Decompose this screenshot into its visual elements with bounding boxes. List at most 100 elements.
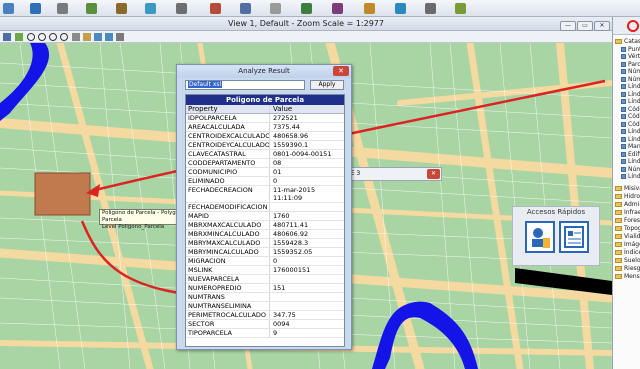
stylesheet-selected: Default xsl [188, 81, 223, 88]
table-row[interactable]: NUMTRANS [186, 293, 344, 302]
background-window-close[interactable]: ✕ [427, 169, 440, 179]
table-row[interactable]: MBRXMINCALCULADO 480606.92 [186, 230, 344, 239]
tree-label: Cód [628, 113, 640, 120]
table-row[interactable]: CENTROIDEYCALCULADO 1559390.1 [186, 141, 344, 150]
grid-rows: IDPOLPARCELA 272521 AREACALCULADA 7375.44 CE… [186, 114, 344, 338]
tree-folder[interactable]: Catastro [615, 38, 640, 45]
properties-grid[interactable]: Poligono de Parcela Property Value IDPOL… [185, 94, 345, 347]
maximize-button[interactable]: ▭ [577, 21, 593, 31]
table-row[interactable]: SECTOR 0094 [186, 320, 344, 329]
globe-icon[interactable] [30, 3, 41, 14]
table-row[interactable]: FECHADECREACION 11-mar-2015 11:11:09 [186, 186, 344, 203]
delete-icon[interactable] [210, 3, 221, 14]
fence-icon[interactable] [116, 3, 127, 14]
close-view-button[interactable]: ✕ [594, 21, 610, 31]
scale-icon[interactable] [332, 3, 343, 14]
property-cell: ELIMINADO [186, 177, 270, 185]
tree-layer[interactable]: Línde [621, 158, 640, 165]
tree-folder[interactable]: Topográfi [615, 225, 640, 232]
tree-label: Línde [628, 83, 640, 90]
tree-folder[interactable]: Mensura [615, 273, 640, 280]
stylesheet-select[interactable]: Default xsl [185, 80, 305, 90]
tree-folder[interactable]: Suelos [615, 257, 640, 264]
table-row[interactable]: CLAVECATASTRAL 0801-0094-00151 [186, 150, 344, 159]
table-row[interactable]: MBRXMAXCALCULADO 480711.41 [186, 221, 344, 230]
tree-layer[interactable]: Línde [621, 98, 640, 105]
copy-icon[interactable] [240, 3, 251, 14]
tree-layer[interactable]: Cód [621, 121, 640, 128]
tree-layer[interactable]: Línde [621, 173, 640, 180]
level-icon[interactable] [86, 3, 97, 14]
table-row[interactable]: NUEVAPARCELA [186, 275, 344, 284]
table-row[interactable]: MAPID 1760 [186, 212, 344, 221]
property-cell: MBRYMAXCALCULADO [186, 239, 270, 247]
tree-layer[interactable]: Línde [621, 91, 640, 98]
tree-folder[interactable]: Hidrológi [615, 193, 640, 200]
value-cell [270, 275, 344, 283]
table-row[interactable]: TIPOPARCELA 9 [186, 329, 344, 338]
measure-icon[interactable] [145, 3, 156, 14]
tree-layer[interactable]: Cód [621, 106, 640, 113]
dialog-close-button[interactable]: ✕ [333, 66, 349, 76]
tree-layer[interactable]: Línde [621, 83, 640, 90]
table-row[interactable]: AREACALCULADA 7375.44 [186, 123, 344, 132]
tree-layer[interactable]: Línde [621, 128, 640, 135]
tree-layer[interactable]: Punt [621, 46, 640, 53]
table-row[interactable]: MBRYMAXCALCULADO 1559428.3 [186, 239, 344, 248]
tree-label: Núm [628, 68, 640, 75]
tree-layer[interactable]: Núm [621, 76, 640, 83]
layer-icon[interactable] [455, 3, 466, 14]
table-row[interactable]: MSLINK 176000151 [186, 266, 344, 275]
rotate-icon[interactable] [301, 3, 312, 14]
table-row[interactable]: FECHADEMODIFICACION [186, 203, 344, 212]
table-row[interactable]: NUMTRANSELIMINA [186, 302, 344, 311]
tree-folder[interactable]: Misiva [615, 185, 640, 192]
analyze-tool-icon[interactable] [627, 20, 639, 32]
info-icon[interactable] [395, 3, 406, 14]
table-row[interactable]: MIGRACION 0 [186, 257, 344, 266]
apply-button[interactable]: Apply [310, 80, 344, 90]
tree-layer[interactable]: Núm [621, 166, 640, 173]
move-icon[interactable] [270, 3, 281, 14]
tree-layer[interactable]: Edifi [621, 151, 640, 158]
tree-folder[interactable]: Índice [615, 249, 640, 256]
background-window[interactable]: TE 3 ✕ [344, 167, 442, 181]
tree-layer[interactable]: Parc [621, 61, 640, 68]
layer-icon [621, 99, 626, 104]
user-access-button[interactable] [525, 221, 555, 253]
select-tool-icon[interactable] [3, 3, 14, 14]
layer-icon [621, 129, 626, 134]
tree-folder[interactable]: Riesgos [615, 265, 640, 272]
tree-layer[interactable]: Núm [621, 68, 640, 75]
dialog-title-bar[interactable]: Analyze Result ✕ [177, 65, 351, 78]
tree-label: Línde [628, 98, 640, 105]
table-row[interactable]: IDPOLPARCELA 272521 [186, 114, 344, 123]
tree-folder[interactable]: Imágenes [615, 241, 640, 248]
tree-layer[interactable]: Vérti [621, 53, 640, 60]
table-row[interactable]: ELIMINADO 0 [186, 177, 344, 186]
table-row[interactable]: CENTROIDEXCALCULADO 480658.96 [186, 132, 344, 141]
attributes-icon[interactable] [176, 3, 187, 14]
settings-icon[interactable] [57, 3, 68, 14]
table-row[interactable]: PERIMETROCALCULADO 347.75 [186, 311, 344, 320]
tree-folder[interactable]: Administra [615, 201, 640, 208]
pan-view-icon [83, 33, 91, 41]
tree-layer[interactable]: Línde [621, 136, 640, 143]
table-row[interactable]: NUMEROPREDIO 151 [186, 284, 344, 293]
tree-layer[interactable]: Cód [621, 113, 640, 120]
minimize-button[interactable]: — [560, 21, 576, 31]
tree-label: Núm [628, 75, 640, 83]
print-icon[interactable] [425, 3, 436, 14]
table-row[interactable]: CODDEPARTAMENTO 08 [186, 159, 344, 168]
tree-label: Línde [628, 135, 640, 143]
query-icon[interactable] [364, 3, 375, 14]
tree-folder[interactable]: Vialidad [615, 233, 640, 240]
tree-folder[interactable]: Forestal [615, 217, 640, 224]
layer-icon [621, 46, 626, 52]
tree-folder[interactable]: Infraestru [615, 209, 640, 216]
form-access-button[interactable] [559, 221, 589, 253]
tree-layer[interactable]: Mana [621, 143, 640, 150]
property-cell: FECHADEMODIFICACION [186, 203, 270, 211]
table-row[interactable]: MBRYMINCALCULADO 1559352.05 [186, 248, 344, 257]
table-row[interactable]: CODMUNICIPIO 01 [186, 168, 344, 177]
